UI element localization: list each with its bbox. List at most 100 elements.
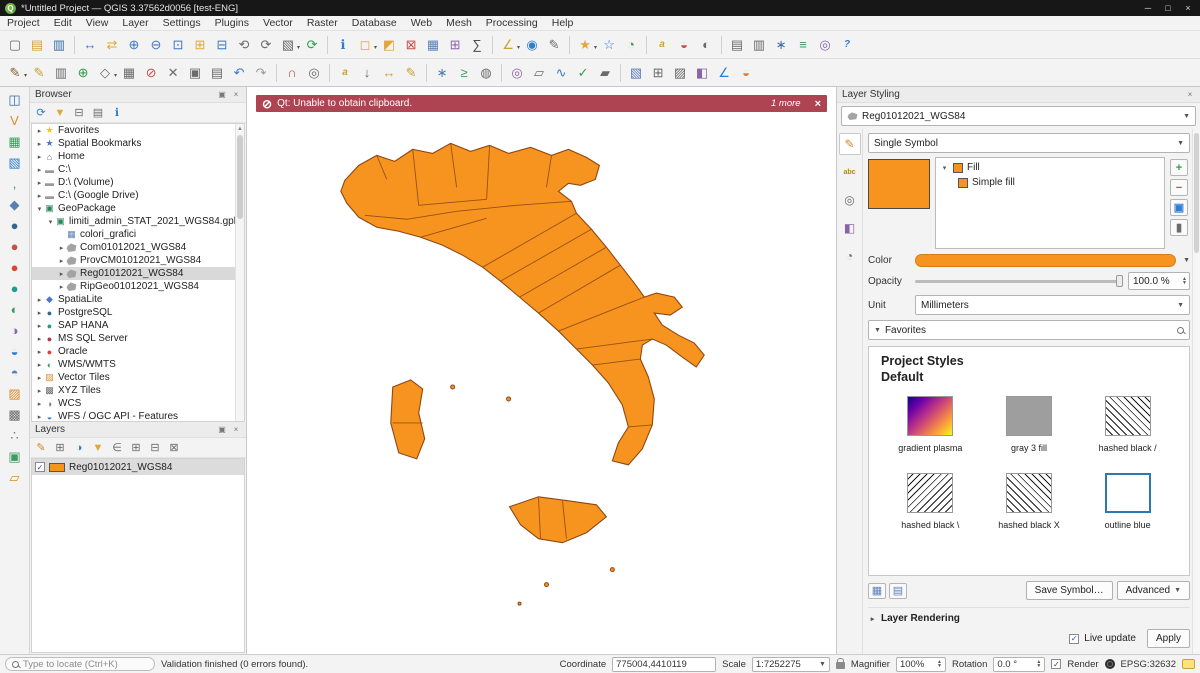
properties-widget-icon[interactable]: ▤: [90, 105, 106, 121]
expand-arrow[interactable]: ▸: [35, 192, 44, 200]
manage-map-themes-icon[interactable]: ◑: [71, 440, 87, 456]
select-features-icon[interactable]: ◻: [355, 35, 375, 55]
open-data-source-manager-icon[interactable]: ◫: [4, 89, 26, 110]
lock-scale-icon[interactable]: [836, 662, 845, 669]
rotation-spinbox[interactable]: 0.0 ° ▲▼: [993, 657, 1045, 672]
zoom-full-icon[interactable]: ⊡: [168, 35, 188, 55]
expand-arrow[interactable]: ▸: [57, 244, 66, 252]
browser-item-reg01012021-wgs84[interactable]: ▸Reg01012021_WGS84: [32, 267, 244, 280]
select-by-expression-icon[interactable]: ◩: [379, 35, 399, 55]
masks-tab[interactable]: ◎: [839, 189, 861, 211]
zoom-to-selection-icon[interactable]: ⊞: [190, 35, 210, 55]
add-wfs-layer-icon[interactable]: ◒: [4, 341, 26, 362]
layers-float-icon[interactable]: ▣: [217, 425, 227, 434]
add-wms-layer-icon[interactable]: ◐: [4, 299, 26, 320]
style-item-hashed-black[interactable]: hashed black /: [1078, 396, 1177, 453]
style-item-hashed-black[interactable]: hashed black \: [881, 473, 980, 530]
select-features-caret[interactable]: ▾: [374, 44, 377, 51]
duplicate-symbol-layer-button[interactable]: ▣: [1170, 199, 1188, 216]
help-contents-icon[interactable]: ?: [837, 35, 857, 55]
opacity-spinbox[interactable]: 100.0 % ▲▼: [1128, 272, 1190, 290]
browser-float-icon[interactable]: ▣: [217, 90, 227, 99]
spin-arrows-icon[interactable]: ▲▼: [937, 660, 942, 668]
add-feature-icon[interactable]: ⊕: [73, 63, 93, 83]
filter-by-expression-icon[interactable]: ∈: [109, 440, 125, 456]
notification-close-icon[interactable]: ×: [815, 98, 821, 110]
save-project-icon[interactable]: ▥: [49, 35, 69, 55]
current-edits-caret[interactable]: ▾: [24, 72, 27, 79]
renderer-selector[interactable]: Single Symbol ▼: [868, 133, 1190, 153]
open-project-icon[interactable]: ▤: [27, 35, 47, 55]
new-map-view-caret[interactable]: ▾: [297, 44, 300, 51]
browser-item-vector-tiles[interactable]: ▸▨Vector Tiles: [32, 371, 244, 384]
decorations-icon[interactable]: ◐: [696, 35, 716, 55]
new-spatial-bookmark-icon[interactable]: ★: [575, 35, 595, 55]
browser-item-ripgeo01012021-wgs84[interactable]: ▸RipGeo01012021_WGS84: [32, 280, 244, 293]
filter-legend-icon[interactable]: ▼: [90, 440, 106, 456]
expand-arrow[interactable]: ▸: [35, 413, 44, 421]
browser-item-wms-wmts[interactable]: ▸◐WMS/WMTS: [32, 358, 244, 371]
style-item-outline-blue[interactable]: outline blue: [1078, 473, 1177, 530]
menu-help[interactable]: Help: [545, 16, 581, 30]
expand-arrow[interactable]: ▸: [35, 140, 44, 148]
expand-all-icon[interactable]: ⊞: [128, 440, 144, 456]
slider-handle[interactable]: [1116, 275, 1123, 287]
remove-symbol-layer-button[interactable]: −: [1170, 179, 1188, 196]
paste-features-icon[interactable]: ▤: [207, 63, 227, 83]
add-xyz-layer-icon[interactable]: ▩: [4, 404, 26, 425]
browser-scrollbar[interactable]: ▲: [235, 124, 244, 421]
scroll-up-icon[interactable]: ▲: [236, 124, 244, 133]
crs-value[interactable]: EPSG:32632: [1121, 659, 1176, 670]
browser-item-com01012021-wgs84[interactable]: ▸Com01012021_WGS84: [32, 241, 244, 254]
collapse-all-icon[interactable]: ⊟: [71, 105, 87, 121]
browser-item-spatialite[interactable]: ▸◆SpatiaLite: [32, 293, 244, 306]
browser-close-icon[interactable]: ×: [231, 90, 241, 99]
browser-item-home[interactable]: ▸⌂Home: [32, 150, 244, 163]
manage-plugins-icon[interactable]: ∗: [432, 63, 452, 83]
redo-icon[interactable]: ↷: [251, 63, 271, 83]
live-update-checkbox[interactable]: ✓: [1069, 634, 1079, 644]
browser-item-d-volume[interactable]: ▸▬D:\ (Volume): [32, 176, 244, 189]
menu-database[interactable]: Database: [345, 16, 404, 30]
lock-symbol-layer-button[interactable]: ▮: [1170, 219, 1188, 236]
expand-arrow[interactable]: ▸: [35, 153, 44, 161]
zoom-to-layer-icon[interactable]: ⊟: [212, 35, 232, 55]
browser-item-wfs-ogc-api-features[interactable]: ▸◒WFS / OGC API - Features: [32, 410, 244, 422]
zoom-in-icon[interactable]: ⊕: [124, 35, 144, 55]
locate-search-input[interactable]: Type to locate (Ctrl+K): [5, 657, 155, 671]
menu-web[interactable]: Web: [404, 16, 439, 30]
layer-selector[interactable]: Reg01012021_WGS84 ▼: [841, 106, 1196, 126]
expand-arrow[interactable]: ▸: [35, 127, 44, 135]
browser-options-icon[interactable]: ℹ: [109, 105, 125, 121]
expand-arrow[interactable]: ▸: [35, 179, 44, 187]
browser-item-colori-grafici[interactable]: ▦colori_grafici: [32, 228, 244, 241]
expand-arrow[interactable]: ▸: [35, 296, 44, 304]
scrollbar-thumb[interactable]: [237, 135, 243, 219]
annotation-decoration-icon[interactable]: ◒: [736, 63, 756, 83]
render-checkbox[interactable]: ✓: [1051, 659, 1061, 669]
snapping-options-icon[interactable]: ∩: [282, 63, 302, 83]
browser-item-favorites[interactable]: ▸★Favorites: [32, 124, 244, 137]
new-geopackage-layer-icon[interactable]: ▣: [4, 446, 26, 467]
magnifier-spinbox[interactable]: 100% ▲▼: [896, 657, 946, 672]
menu-settings[interactable]: Settings: [156, 16, 208, 30]
menu-edit[interactable]: Edit: [47, 16, 79, 30]
spin-arrows-icon[interactable]: ▲▼: [1036, 660, 1041, 668]
browser-item-c[interactable]: ▸▬C:\: [32, 163, 244, 176]
filter-browser-icon[interactable]: ▼: [52, 105, 68, 121]
topological-editing-icon[interactable]: ◎: [304, 63, 324, 83]
browser-item-sap-hana[interactable]: ▸●SAP HANA: [32, 319, 244, 332]
text-annotation-icon[interactable]: ✎: [544, 35, 564, 55]
browser-item-ms-sql-server[interactable]: ▸●MS SQL Server: [32, 332, 244, 345]
style-item-gray-3-fill[interactable]: gray 3 fill: [980, 396, 1079, 453]
plugin-manager-icon[interactable]: ◎: [815, 35, 835, 55]
layers-close-icon[interactable]: ×: [231, 425, 241, 434]
apply-button[interactable]: Apply: [1147, 629, 1190, 648]
list-view-button[interactable]: ▤: [889, 583, 907, 599]
osm-search-icon[interactable]: ◍: [476, 63, 496, 83]
remove-layer-icon[interactable]: ⊠: [166, 440, 182, 456]
coordinate-input[interactable]: 775004,4410119: [612, 657, 716, 672]
expand-arrow[interactable]: ▸: [35, 309, 44, 317]
expand-arrow[interactable]: ▸: [35, 348, 44, 356]
delete-selected-icon[interactable]: ⊘: [141, 63, 161, 83]
